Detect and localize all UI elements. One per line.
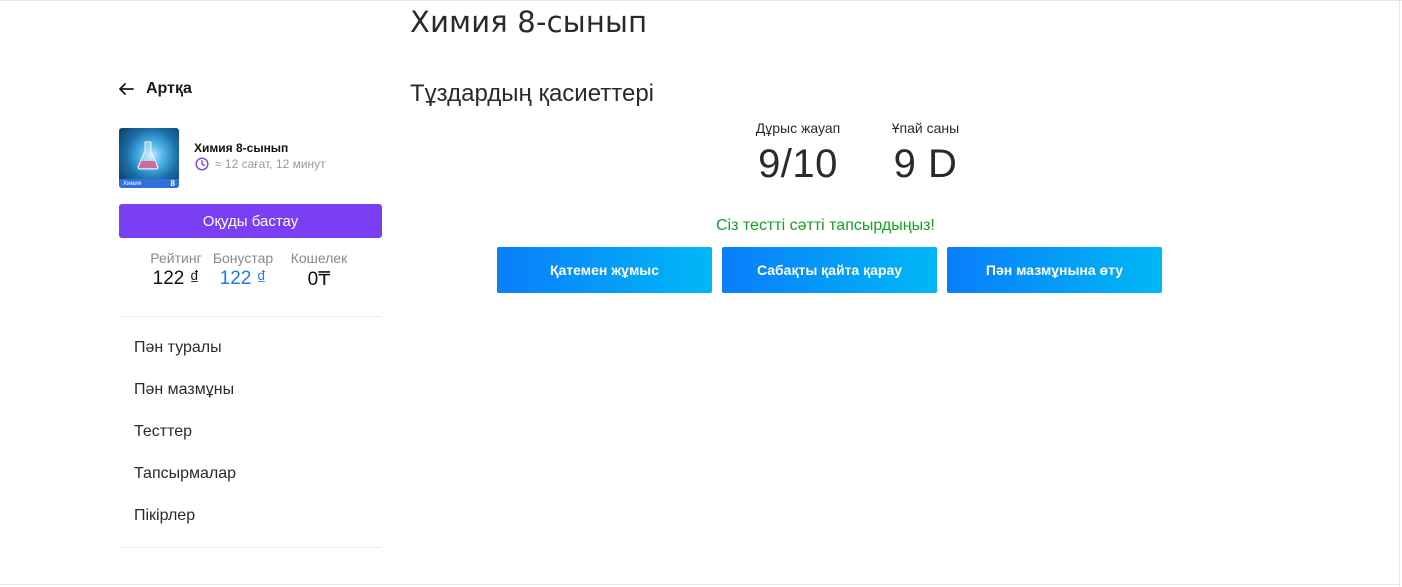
work-on-mistakes-button[interactable]: Қатемен жұмыс <box>497 247 712 293</box>
stat-wallet: Кошелек 0₸ <box>284 250 354 291</box>
thumbnail-caption: Химия <box>123 180 142 187</box>
start-learning-button[interactable]: Оқуды бастау <box>119 204 382 238</box>
stat-rating: Рейтинг 122 ₫ <box>140 250 212 290</box>
points-label: Ұпай саны <box>891 120 960 136</box>
sidebar-item-content[interactable]: Пән мазмұны <box>134 381 234 399</box>
back-link[interactable]: Артқа <box>118 80 192 98</box>
sidebar-divider-bottom <box>119 547 382 548</box>
thumbnail-caption-bar: Химия 8 <box>119 179 179 188</box>
course-thumbnail: Химия 8 <box>119 128 179 188</box>
page-title: Химия 8-сынып <box>410 5 648 39</box>
arrow-left-icon <box>119 83 134 95</box>
course-duration: ≈ 12 сағат, 12 минут <box>195 157 326 171</box>
clock-icon <box>195 157 209 171</box>
course-name: Химия 8-сынып <box>194 141 289 155</box>
correct-answers-label: Дұрыс жауап <box>755 120 841 136</box>
frame-top-border <box>0 0 1402 1</box>
sidebar-item-reviews[interactable]: Пікірлер <box>134 507 195 525</box>
success-message: Сіз тестті сәтті тапсырдыңыз! <box>716 217 935 234</box>
bonus-label: Бонустар <box>212 250 274 266</box>
frame-right-border <box>1399 0 1400 587</box>
rating-label: Рейтинг <box>150 250 202 266</box>
review-lesson-button[interactable]: Сабақты қайта қарау <box>722 247 937 293</box>
back-link-label: Артқа <box>146 80 192 97</box>
correct-answers-result: Дұрыс жауап 9/10 <box>738 120 858 187</box>
sidebar-item-about[interactable]: Пән туралы <box>134 339 222 357</box>
thumbnail-grade: 8 <box>170 179 175 188</box>
sidebar-item-tests[interactable]: Тесттер <box>134 423 192 441</box>
points-result: Ұпай саны 9 D <box>868 120 983 187</box>
sidebar-item-assignments[interactable]: Тапсырмалар <box>134 465 236 483</box>
correct-answers-value: 9/10 <box>758 142 838 186</box>
bonus-value: 122 ₫ <box>219 268 267 289</box>
lesson-title: Тұздардың қасиеттері <box>410 80 655 107</box>
sidebar-divider-top <box>119 316 382 317</box>
wallet-value: 0₸ <box>307 269 331 290</box>
course-duration-text: ≈ 12 сағат, 12 минут <box>215 157 326 171</box>
flask-icon <box>137 141 159 170</box>
stat-bonus: Бонустар 122 ₫ <box>208 250 278 290</box>
wallet-label: Кошелек <box>290 250 348 266</box>
frame-bottom-border <box>0 584 1400 585</box>
points-value: 9 D <box>893 142 958 186</box>
go-to-content-button[interactable]: Пән мазмұнына өту <box>947 247 1162 293</box>
rating-value: 122 ₫ <box>152 268 200 289</box>
